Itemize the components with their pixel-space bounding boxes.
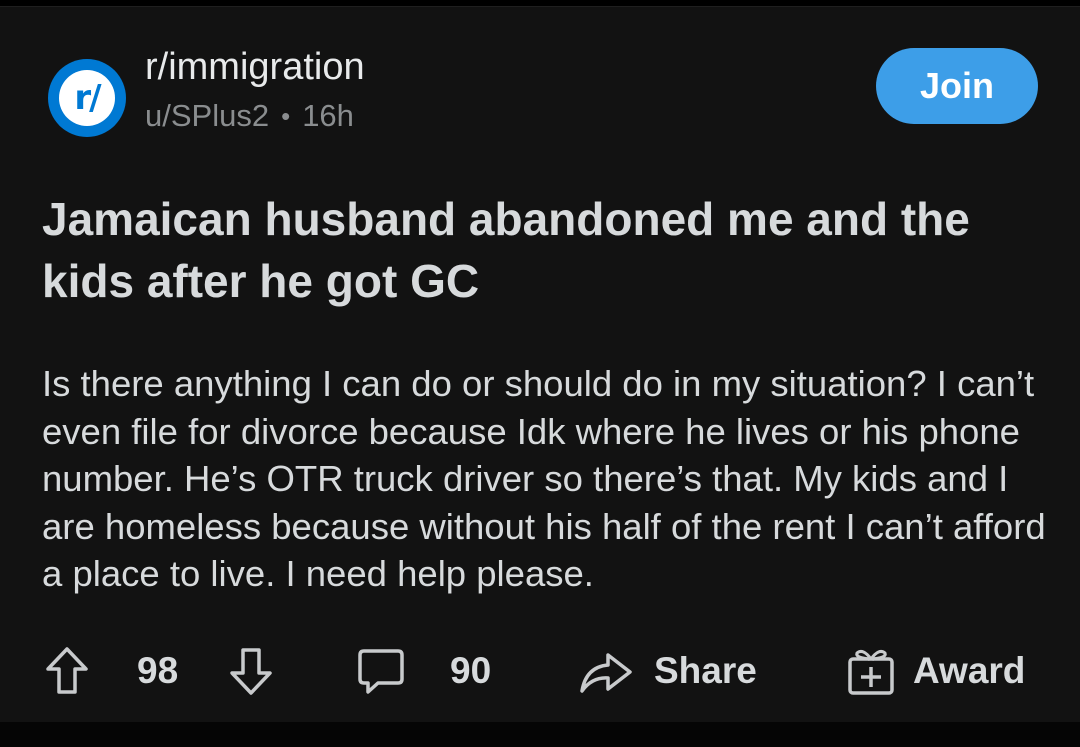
meta-separator: • [281,101,291,131]
upvote-arrow-icon [46,647,88,694]
post-age: 16h [302,98,354,133]
share-button[interactable]: Share [578,645,757,697]
subreddit-name[interactable]: r/immigration [145,44,365,90]
post-body: Is there anything I can do or should do … [42,363,1046,594]
award-label: Award [913,650,1026,691]
comment-count: 90 [450,650,492,691]
comments-button[interactable] [356,645,406,697]
bottom-divider [0,722,1080,747]
subreddit-icon[interactable]: r/ [48,59,126,137]
downvote-button[interactable] [228,645,274,697]
join-button[interactable]: Join [876,48,1038,124]
downvote-arrow-icon [230,648,272,695]
author-name[interactable]: u/SPlus2 [145,96,269,136]
post-meta: u/SPlus2 • 16h [145,96,354,136]
comment-bubble-icon [358,649,404,694]
post-title[interactable]: Jamaican husband abandoned me and the ki… [42,188,1052,312]
award-button[interactable]: Award [845,645,1025,697]
gift-award-icon [848,650,894,695]
upvote-button[interactable] [44,645,90,697]
share-arrow-icon [580,653,632,693]
subreddit-icon-glyph: r/ [59,70,115,126]
vote-score: 98 [137,650,179,691]
share-label: Share [654,650,757,691]
